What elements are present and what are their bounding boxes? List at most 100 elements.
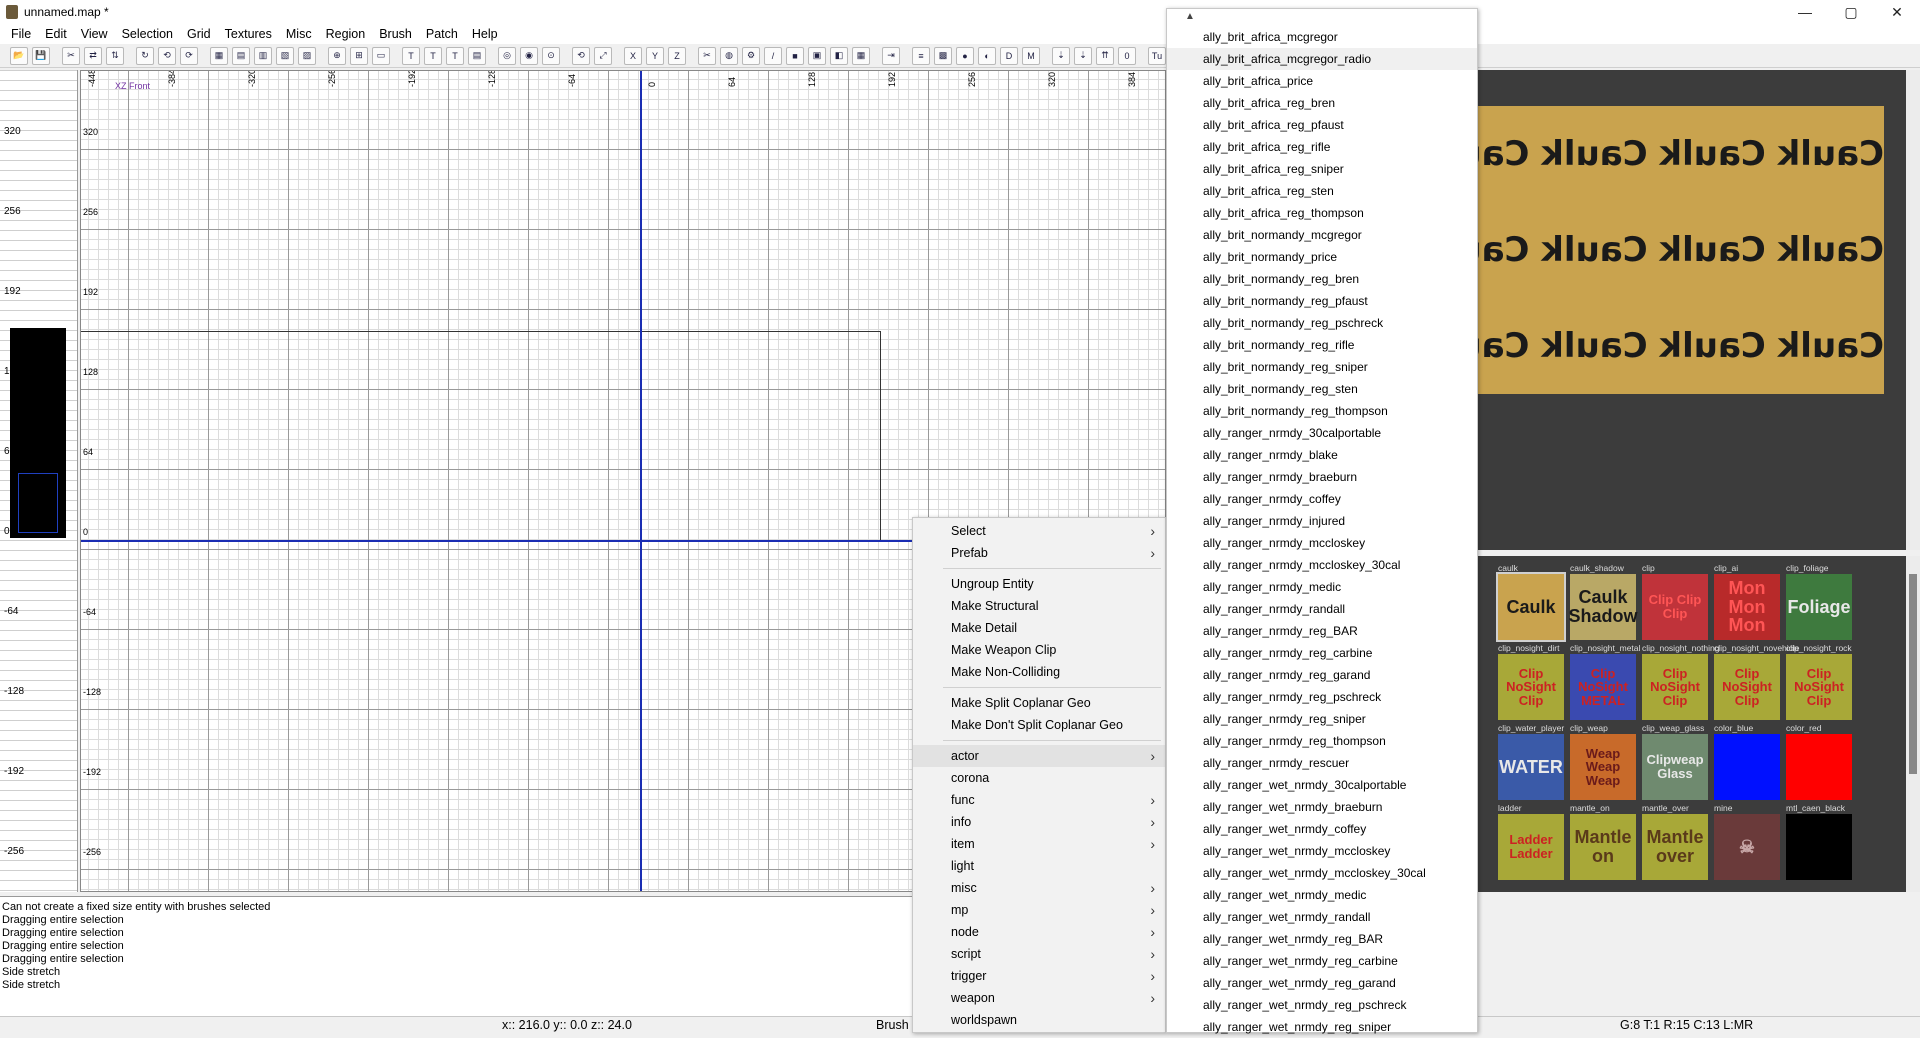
toolbar-tool-icon[interactable]: ⊕ [328,46,346,65]
context-item-mp[interactable]: mp › [913,899,1165,921]
texture-browser-scrollbar[interactable] [1906,556,1920,892]
actor-entity-item[interactable]: ally_ranger_nrmdy_medic [1167,576,1477,598]
context-item-func[interactable]: func › [913,789,1165,811]
texture-tile[interactable]: Weap Weap Weap [1570,734,1636,800]
menu-edit[interactable]: Edit [38,27,74,41]
context-item-select[interactable]: Select › [913,520,1165,542]
toolbar-tool-icon[interactable]: ● [956,46,974,65]
actor-entity-item[interactable]: ally_ranger_nrmdy_30calportable [1167,422,1477,444]
context-item-make-detail[interactable]: Make Detail [913,617,1165,639]
actor-entity-item[interactable]: ally_brit_normandy_reg_sniper [1167,356,1477,378]
context-item-worldspawn[interactable]: worldspawn [913,1009,1165,1031]
toolbar-tool-icon[interactable]: ◐ [978,46,996,65]
close-button[interactable]: ✕ [1874,0,1920,24]
toolbar-tool-icon[interactable]: X [624,46,642,65]
context-item-item[interactable]: item › [913,833,1165,855]
actor-entity-item[interactable]: ally_ranger_nrmdy_reg_carbine [1167,642,1477,664]
actor-entity-item[interactable]: ally_ranger_nrmdy_reg_sniper [1167,708,1477,730]
actor-entity-item[interactable]: ally_ranger_nrmdy_reg_thompson [1167,730,1477,752]
actor-entity-item[interactable]: ally_ranger_nrmdy_rescuer [1167,752,1477,774]
toolbar-tool-icon[interactable]: ▦ [210,46,228,65]
menu-patch[interactable]: Patch [419,27,465,41]
preview-scrollbar[interactable] [1906,70,1920,550]
menu-region[interactable]: Region [319,27,373,41]
actor-entity-item[interactable]: ally_brit_africa_reg_sten [1167,180,1477,202]
toolbar-tool-icon[interactable]: T [446,46,464,65]
context-item-light[interactable]: light [913,855,1165,877]
toolbar-tool-icon[interactable]: D [1000,46,1018,65]
toolbar-tool-icon[interactable]: ⚙ [742,46,760,65]
toolbar-tool-icon[interactable]: ↻ [136,46,154,65]
toolbar-tool-icon[interactable]: ⇥ [882,46,900,65]
actor-entity-item[interactable]: ally_brit_normandy_reg_pfaust [1167,290,1477,312]
actor-entity-item[interactable]: ally_brit_normandy_reg_rifle [1167,334,1477,356]
menu-misc[interactable]: Misc [279,27,319,41]
actor-entity-item[interactable]: ally_brit_normandy_mcgregor [1167,224,1477,246]
texture-tile[interactable]: Clip Clip Clip [1642,574,1708,640]
texture-tile[interactable]: Mon Mon Mon [1714,574,1780,640]
toolbar-tool-icon[interactable]: ■ [786,46,804,65]
toolbar-tool-icon[interactable]: / [764,46,782,65]
texture-tile[interactable] [1786,814,1852,880]
toolbar-tool-icon[interactable]: ⇣ [1074,46,1092,65]
scrollbar-thumb[interactable] [1909,574,1917,774]
context-item-make-split-coplanar-geo[interactable]: Make Split Coplanar Geo [913,692,1165,714]
toolbar-tool-icon[interactable]: T [424,46,442,65]
menu-brush[interactable]: Brush [372,27,419,41]
toolbar-tool-icon[interactable]: ▧ [276,46,294,65]
texture-tile[interactable]: Mantle on [1570,814,1636,880]
toolbar-tool-icon[interactable]: ▥ [254,46,272,65]
toolbar-tool-icon[interactable]: ⇄ [84,46,102,65]
actor-entity-item[interactable]: ally_ranger_wet_nrmdy_reg_pschreck [1167,994,1477,1016]
actor-entity-item[interactable]: ally_ranger_wet_nrmdy_reg_BAR [1167,928,1477,950]
toolbar-tool-icon[interactable]: Z [668,46,686,65]
actor-entity-item[interactable]: ally_ranger_nrmdy_braeburn [1167,466,1477,488]
actor-entity-item[interactable]: ally_brit_normandy_reg_pschreck [1167,312,1477,334]
context-item-trigger[interactable]: trigger › [913,965,1165,987]
toolbar-tool-icon[interactable]: ⊞ [350,46,368,65]
menu-help[interactable]: Help [465,27,505,41]
toolbar-tool-icon[interactable]: ◎ [498,46,516,65]
context-item-script[interactable]: script › [913,943,1165,965]
actor-entity-item[interactable]: ally_brit_africa_reg_pfaust [1167,114,1477,136]
toolbar-tool-icon[interactable]: ⟲ [572,46,590,65]
toolbar-tool-icon[interactable]: ◧ [830,46,848,65]
toolbar-tool-icon[interactable]: ▦ [852,46,870,65]
texture-tile[interactable]: Clip NoSight Clip [1498,654,1564,720]
toolbar-tool-icon[interactable]: Tu [1148,46,1166,65]
actor-entity-item[interactable]: ally_ranger_nrmdy_reg_pschreck [1167,686,1477,708]
actor-entity-item[interactable]: ally_ranger_wet_nrmdy_mccloskey_30cal [1167,862,1477,884]
menu-grid[interactable]: Grid [180,27,218,41]
texture-tile[interactable]: Ladder Ladder [1498,814,1564,880]
actor-entity-item[interactable]: ally_ranger_nrmdy_mccloskey_30cal [1167,554,1477,576]
texture-tile[interactable]: Clipweap Glass [1642,734,1708,800]
context-item-misc[interactable]: misc › [913,877,1165,899]
menu-selection[interactable]: Selection [115,27,180,41]
actor-entity-item[interactable]: ally_ranger_wet_nrmdy_reg_carbine [1167,950,1477,972]
actor-entity-item[interactable]: ally_brit_africa_reg_bren [1167,92,1477,114]
toolbar-tool-icon[interactable]: ✂ [62,46,80,65]
context-item-prefab[interactable]: Prefab › [913,542,1165,564]
texture-tile[interactable]: Foliage [1786,574,1852,640]
texture-tile[interactable]: Clip NoSight METAL [1570,654,1636,720]
scroll-up-arrow-icon[interactable]: ▲ [1185,11,1195,22]
actor-entity-item[interactable]: ally_ranger_wet_nrmdy_reg_garand [1167,972,1477,994]
toolbar-tool-icon[interactable]: M [1022,46,1040,65]
texture-tile[interactable]: Caulk [1496,572,1566,642]
texture-tile[interactable]: ☠ [1714,814,1780,880]
texture-tile[interactable] [1786,734,1852,800]
actor-entity-item[interactable]: ally_ranger_nrmdy_reg_BAR [1167,620,1477,642]
toolbar-tool-icon[interactable]: ▤ [468,46,486,65]
actor-entity-item[interactable]: ally_brit_normandy_price [1167,246,1477,268]
context-item-make-structural[interactable]: Make Structural [913,595,1165,617]
toolbar-tool-icon[interactable]: ✂ [698,46,716,65]
toolbar-tool-icon[interactable]: T [402,46,420,65]
texture-browser[interactable]: caulk Caulk caulk_shadow Caulk Shadow clip Cl… [1478,556,1920,892]
actor-entity-item[interactable]: ally_brit_normandy_reg_sten [1167,378,1477,400]
actor-entity-item[interactable]: ally_ranger_wet_nrmdy_randall [1167,906,1477,928]
actor-entity-item[interactable]: ally_ranger_nrmdy_reg_garand [1167,664,1477,686]
actor-entity-item[interactable]: ally_brit_normandy_reg_thompson [1167,400,1477,422]
toolbar-tool-icon[interactable]: ⊙ [542,46,560,65]
texture-tile[interactable]: Caulk Shadow [1569,574,1638,640]
context-item-corona[interactable]: corona [913,767,1165,789]
